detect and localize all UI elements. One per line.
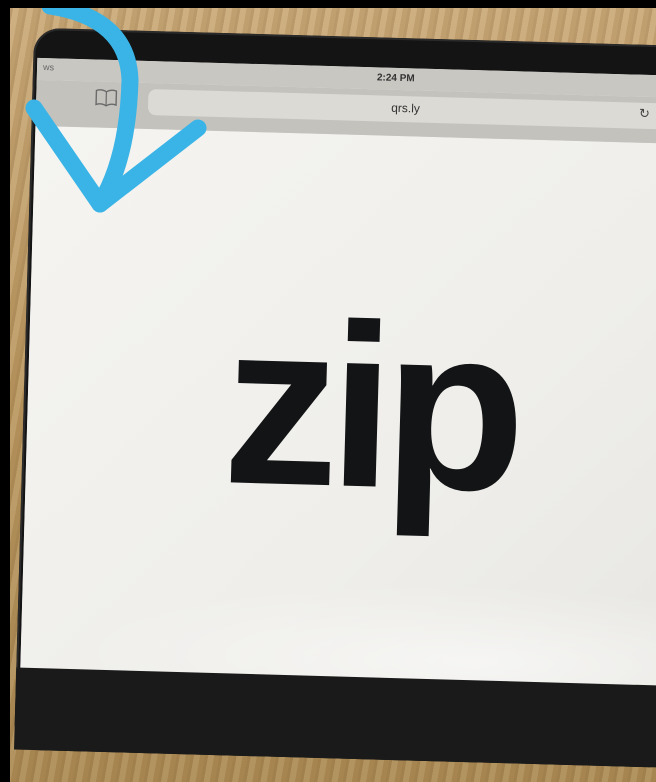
zip-logo: zip: [220, 273, 520, 541]
status-time: 2:24 PM: [376, 72, 415, 85]
photo: ws 2:24 PM qrs.ly ↻ zip: [10, 8, 656, 782]
arrow-annotation-icon: [25, 8, 207, 213]
reload-icon[interactable]: ↻: [639, 107, 653, 122]
screenshot-frame: ws 2:24 PM qrs.ly ↻ zip: [0, 0, 656, 782]
